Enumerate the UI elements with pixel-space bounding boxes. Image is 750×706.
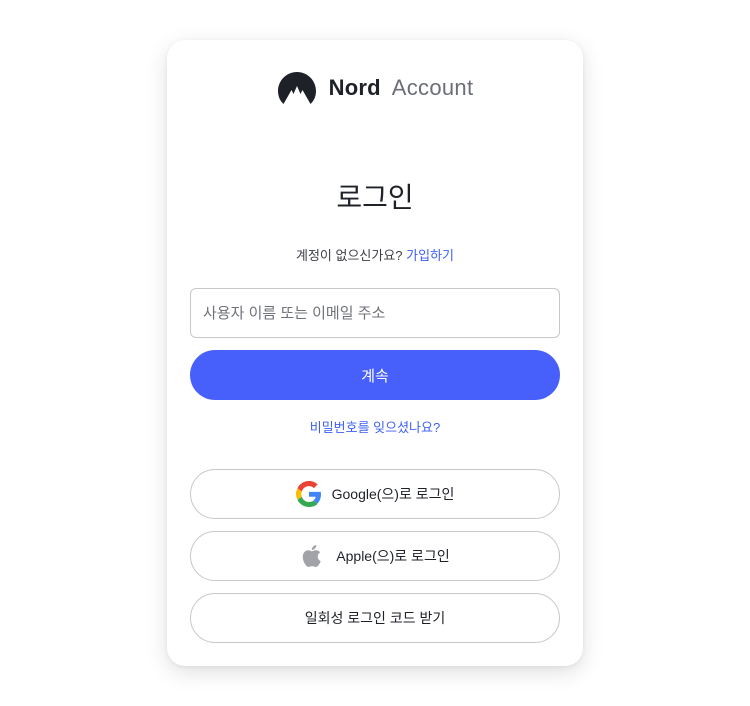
one-time-code-button[interactable]: 일회성 로그인 코드 받기 bbox=[190, 593, 560, 643]
brand-product: Account bbox=[391, 75, 474, 100]
username-email-input[interactable] bbox=[190, 288, 560, 338]
apple-icon bbox=[300, 543, 326, 569]
google-login-label: Google(으)로 로그인 bbox=[331, 486, 455, 502]
signup-prompt: 계정이 없으신가요? 가입하기 bbox=[167, 245, 583, 264]
no-account-text: 계정이 없으신가요? bbox=[296, 248, 403, 263]
signup-link[interactable]: 가입하기 bbox=[406, 248, 454, 263]
google-login-button[interactable]: Google(으)로 로그인 bbox=[190, 469, 560, 519]
brand-header: Nord Account bbox=[167, 70, 583, 106]
forgot-password-link[interactable]: 비밀번호를 잊으셨나요? bbox=[310, 420, 440, 435]
forgot-password-row: 비밀번호를 잊으셨나요? bbox=[167, 417, 583, 436]
google-icon bbox=[295, 481, 322, 507]
nord-mountain-logo-icon bbox=[277, 72, 316, 104]
apple-login-button[interactable]: Apple(으)로 로그인 bbox=[190, 531, 560, 581]
brand-name: Nord bbox=[328, 75, 381, 100]
apple-login-label: Apple(으)로 로그인 bbox=[336, 548, 450, 564]
continue-button[interactable]: 계속 bbox=[190, 350, 560, 400]
page-title: 로그인 bbox=[336, 182, 414, 213]
login-card: Nord Account 로그인 계정이 없으신가요? 가입하기 계속 비밀번호… bbox=[167, 40, 583, 666]
one-time-code-label: 일회성 로그인 코드 받기 bbox=[304, 610, 446, 626]
